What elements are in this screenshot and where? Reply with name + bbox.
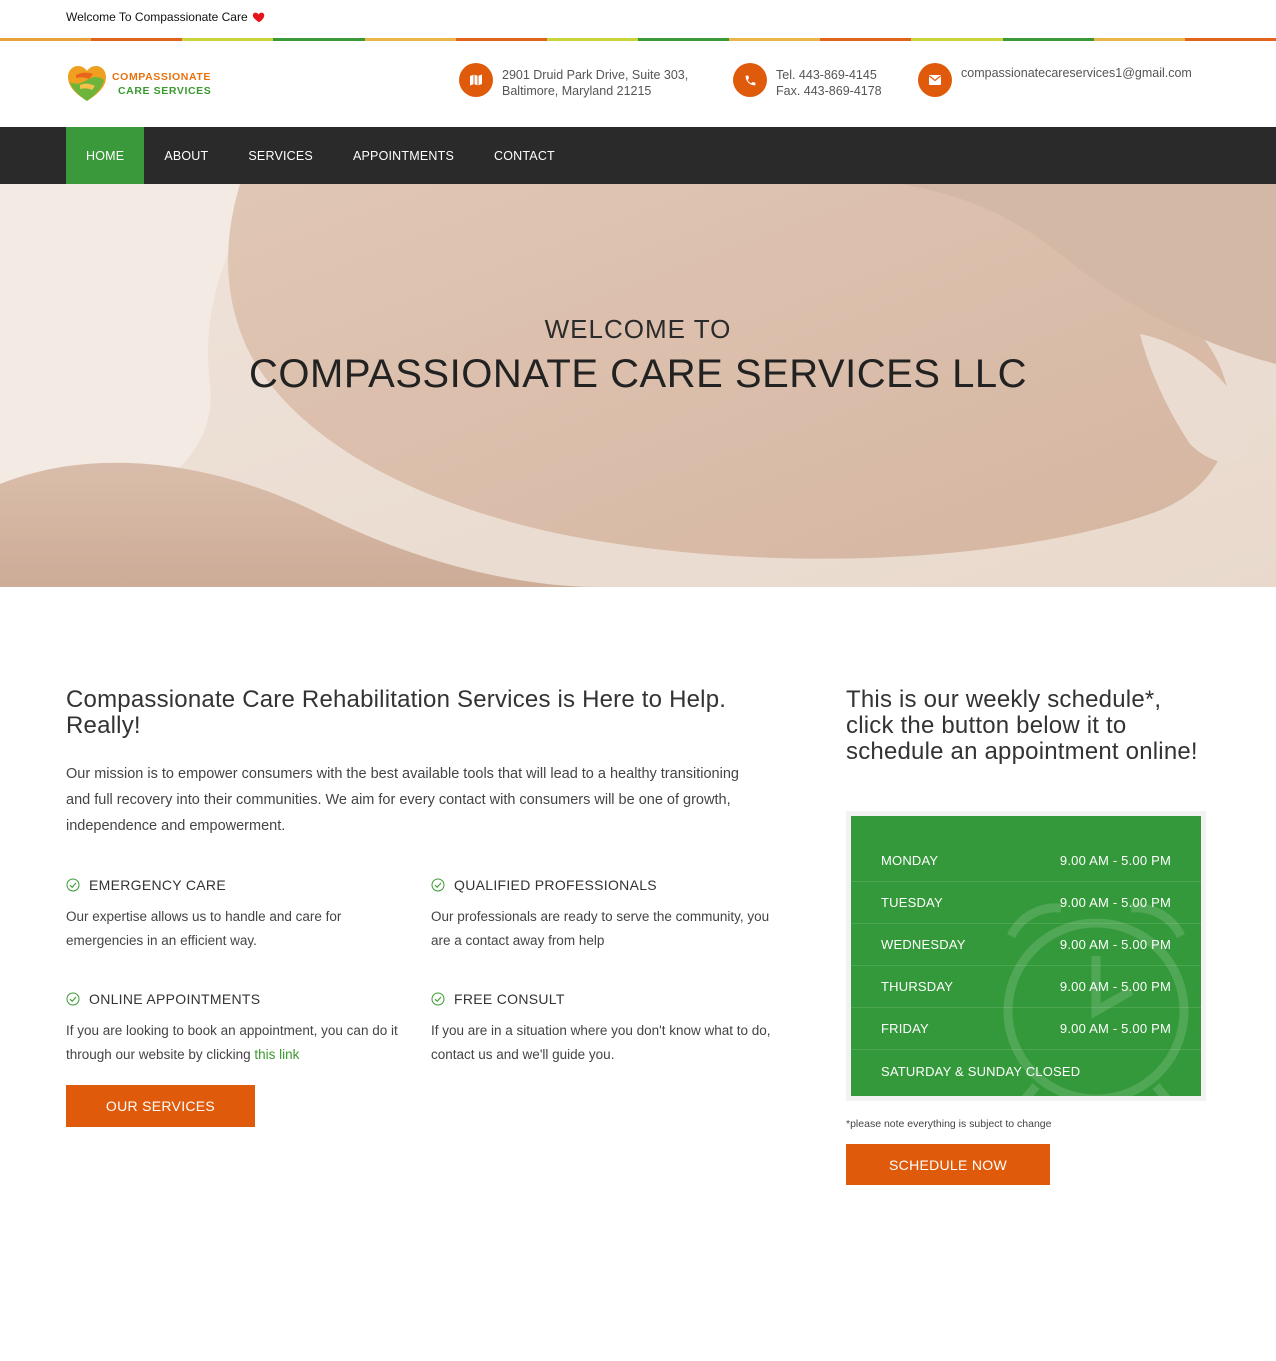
schedule-now-button[interactable]: SCHEDULE NOW xyxy=(846,1144,1050,1185)
schedule-note: *please note everything is subject to ch… xyxy=(846,1118,1052,1130)
nav-item-about[interactable]: ABOUT xyxy=(144,127,228,184)
phone-block: Tel. 443-869-4145 Fax. 443-869-4178 xyxy=(733,63,882,99)
nav-item-appointments[interactable]: APPOINTMENTS xyxy=(333,127,474,184)
nav-item-home[interactable]: HOME xyxy=(66,127,145,184)
schedule-row: WEDNESDAY 9.00 AM - 5.00 PM xyxy=(851,924,1201,966)
email-block: compassionatecareservices1@gmail.com xyxy=(918,63,1192,97)
intro-heading: Compassionate Care Rehabilitation Servic… xyxy=(66,686,727,739)
schedule-hours: 9.00 AM - 5.00 PM xyxy=(1059,853,1171,868)
schedule-row: SATURDAY & SUNDAY CLOSED xyxy=(851,1050,1201,1092)
feature-description-text: If you are looking to book an appointmen… xyxy=(66,1023,398,1062)
appointment-link[interactable]: this link xyxy=(254,1047,299,1062)
heart-logo-icon xyxy=(68,66,106,101)
schedule-day: WEDNESDAY xyxy=(881,937,966,952)
main-nav: HOME ABOUT SERVICES APPOINTMENTS CONTACT xyxy=(0,127,1276,184)
welcome-label: Welcome To Compassionate Care xyxy=(66,10,248,24)
hero-title: COMPASSIONATE CARE SERVICES LLC xyxy=(249,352,1027,396)
check-circle-icon xyxy=(66,878,80,892)
address-line-1: 2901 Druid Park Drive, Suite 303, xyxy=(502,68,689,82)
feature-title: ONLINE APPOINTMENTS xyxy=(89,991,261,1007)
schedule-row: TUESDAY 9.00 AM - 5.00 PM xyxy=(851,882,1201,924)
schedule-hours: 9.00 AM - 5.00 PM xyxy=(1059,979,1171,994)
schedule-table: MONDAY 9.00 AM - 5.00 PM TUESDAY 9.00 AM… xyxy=(851,816,1201,1096)
fax-number: Fax. 443-869-4178 xyxy=(776,84,882,98)
feature-description: Our expertise allows us to handle and ca… xyxy=(66,909,342,948)
check-circle-icon xyxy=(431,878,445,892)
site-header: COMPASSIONATE CARE SERVICES 2901 Druid P… xyxy=(0,41,1276,127)
our-services-button[interactable]: OUR SERVICES xyxy=(66,1085,255,1127)
feature-description: Our professionals are ready to serve the… xyxy=(431,909,770,948)
mission-text: Our mission is to empower consumers with… xyxy=(66,766,739,834)
schedule-section: This is our weekly schedule*, click the … xyxy=(846,686,1206,1185)
schedule-hours: 9.00 AM - 5.00 PM xyxy=(1059,1021,1171,1036)
schedule-day: MONDAY xyxy=(881,853,939,868)
feature-title: EMERGENCY CARE xyxy=(89,877,226,893)
schedule-hours: 9.00 AM - 5.00 PM xyxy=(1059,895,1171,910)
site-logo[interactable]: COMPASSIONATE CARE SERVICES xyxy=(66,63,218,105)
feature-title: QUALIFIED PROFESSIONALS xyxy=(454,877,657,893)
address-line-2: Baltimore, Maryland 21215 xyxy=(502,84,652,98)
top-bar: Welcome To Compassionate Care xyxy=(0,0,1276,38)
email-address[interactable]: compassionatecareservices1@gmail.com xyxy=(961,65,1192,81)
logo-line-1: COMPASSIONATE xyxy=(112,71,211,83)
check-circle-icon xyxy=(431,992,445,1006)
nav-item-services[interactable]: SERVICES xyxy=(228,127,333,184)
feature-online-appointments: ONLINE APPOINTMENTS If you are looking t… xyxy=(66,991,406,1067)
hero-subtitle: WELCOME TO xyxy=(544,314,732,344)
schedule-day: TUESDAY xyxy=(881,895,943,910)
nav-item-contact[interactable]: CONTACT xyxy=(474,127,575,184)
feature-description: If you are looking to book an appointmen… xyxy=(66,1019,406,1067)
feature-title: FREE CONSULT xyxy=(454,991,565,1007)
phone-number[interactable]: Tel. 443-869-4145 xyxy=(776,67,882,83)
schedule-heading: This is our weekly schedule*, click the … xyxy=(846,686,1198,765)
map-icon xyxy=(459,63,493,97)
schedule-hours: 9.00 AM - 5.00 PM xyxy=(1059,937,1171,952)
schedule-row: FRIDAY 9.00 AM - 5.00 PM xyxy=(851,1008,1201,1050)
intro-section: Compassionate Care Rehabilitation Servic… xyxy=(66,686,771,1127)
heart-icon xyxy=(252,12,264,23)
feature-emergency-care: EMERGENCY CARE Our expertise allows us t… xyxy=(66,877,406,953)
feature-description: If you are in a situation where you don'… xyxy=(431,1023,771,1062)
check-circle-icon xyxy=(66,992,80,1006)
feature-free-consult: FREE CONSULT If you are in a situation w… xyxy=(431,991,771,1067)
schedule-day: SATURDAY & SUNDAY CLOSED xyxy=(881,1063,1081,1079)
logo-line-2: CARE SERVICES xyxy=(118,85,212,97)
schedule-row: THURSDAY 9.00 AM - 5.00 PM xyxy=(851,966,1201,1008)
schedule-box: MONDAY 9.00 AM - 5.00 PM TUESDAY 9.00 AM… xyxy=(846,811,1206,1101)
envelope-icon xyxy=(918,63,952,97)
hero-banner: WELCOME TO COMPASSIONATE CARE SERVICES L… xyxy=(0,184,1276,587)
schedule-day: FRIDAY xyxy=(881,1021,929,1036)
schedule-row: MONDAY 9.00 AM - 5.00 PM xyxy=(851,840,1201,882)
schedule-day: THURSDAY xyxy=(881,979,954,994)
feature-qualified-professionals: QUALIFIED PROFESSIONALS Our professional… xyxy=(431,877,771,953)
welcome-text: Welcome To Compassionate Care xyxy=(66,10,266,24)
address-block: 2901 Druid Park Drive, Suite 303, Baltim… xyxy=(459,63,688,99)
phone-icon xyxy=(733,63,767,97)
